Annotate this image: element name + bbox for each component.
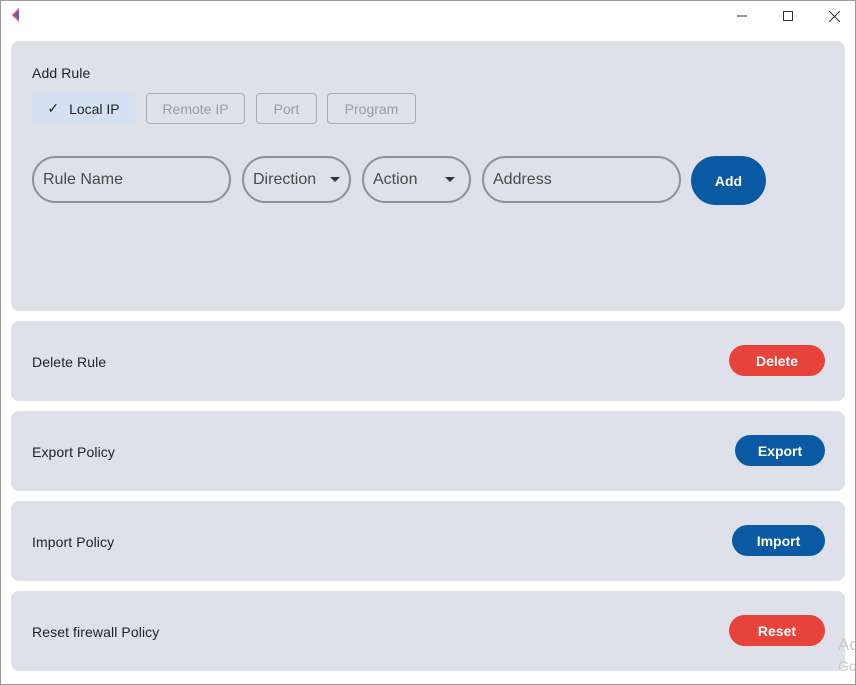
action-dropdown[interactable]: Action <box>362 156 471 203</box>
close-icon <box>828 10 840 22</box>
export-button[interactable]: Export <box>735 435 825 466</box>
import-policy-title: Import Policy <box>32 534 115 550</box>
minimize-icon <box>737 15 747 17</box>
chevron-down-icon <box>330 177 340 182</box>
minimize-button[interactable] <box>719 1 765 31</box>
import-button[interactable]: Import <box>732 525 825 556</box>
direction-dropdown[interactable]: Direction <box>242 156 351 203</box>
chip-remote-ip-label: Remote IP <box>162 100 229 117</box>
app-logo-icon <box>12 8 19 22</box>
reset-policy-title: Reset firewall Policy <box>32 624 160 640</box>
close-button[interactable] <box>811 1 855 31</box>
delete-rule-card: Delete Rule Delete <box>11 321 845 401</box>
chip-port-label: Port <box>273 100 300 117</box>
rule-name-input[interactable]: Rule Name <box>32 156 231 203</box>
direction-label: Direction <box>253 170 317 188</box>
address-input[interactable]: Address <box>482 156 681 203</box>
chip-local-ip[interactable]: ✓ Local IP <box>32 93 135 124</box>
activation-watermark-line2: Go <box>838 658 856 674</box>
chip-program-label: Program <box>344 100 399 117</box>
chip-local-ip-label: Local IP <box>69 100 120 117</box>
action-label: Action <box>373 170 418 188</box>
rule-name-placeholder: Rule Name <box>43 170 124 188</box>
add-rule-title: Add Rule <box>32 65 91 81</box>
address-placeholder: Address <box>493 170 552 188</box>
title-bar[interactable] <box>1 1 855 31</box>
app-window: Add Rule ✓ Local IP Remote IP Port Progr… <box>0 0 856 685</box>
maximize-button[interactable] <box>765 1 811 31</box>
chip-remote-ip[interactable]: Remote IP <box>146 93 245 124</box>
maximize-icon <box>783 11 793 21</box>
delete-rule-title: Delete Rule <box>32 354 107 370</box>
activation-watermark-line1: Ac <box>838 635 856 654</box>
chevron-down-icon <box>445 177 455 182</box>
chip-program[interactable]: Program <box>327 93 416 124</box>
import-policy-card: Import Policy Import <box>11 501 845 581</box>
reset-button[interactable]: Reset <box>729 615 825 646</box>
check-icon: ✓ <box>47 100 60 116</box>
reset-policy-card: Reset firewall Policy Reset <box>11 591 845 671</box>
add-rule-card: Add Rule ✓ Local IP Remote IP Port Progr… <box>11 41 845 311</box>
chip-port[interactable]: Port <box>256 93 317 124</box>
export-policy-title: Export Policy <box>32 444 115 460</box>
add-button[interactable]: Add <box>691 156 766 205</box>
delete-button[interactable]: Delete <box>729 345 825 376</box>
export-policy-card: Export Policy Export <box>11 411 845 491</box>
